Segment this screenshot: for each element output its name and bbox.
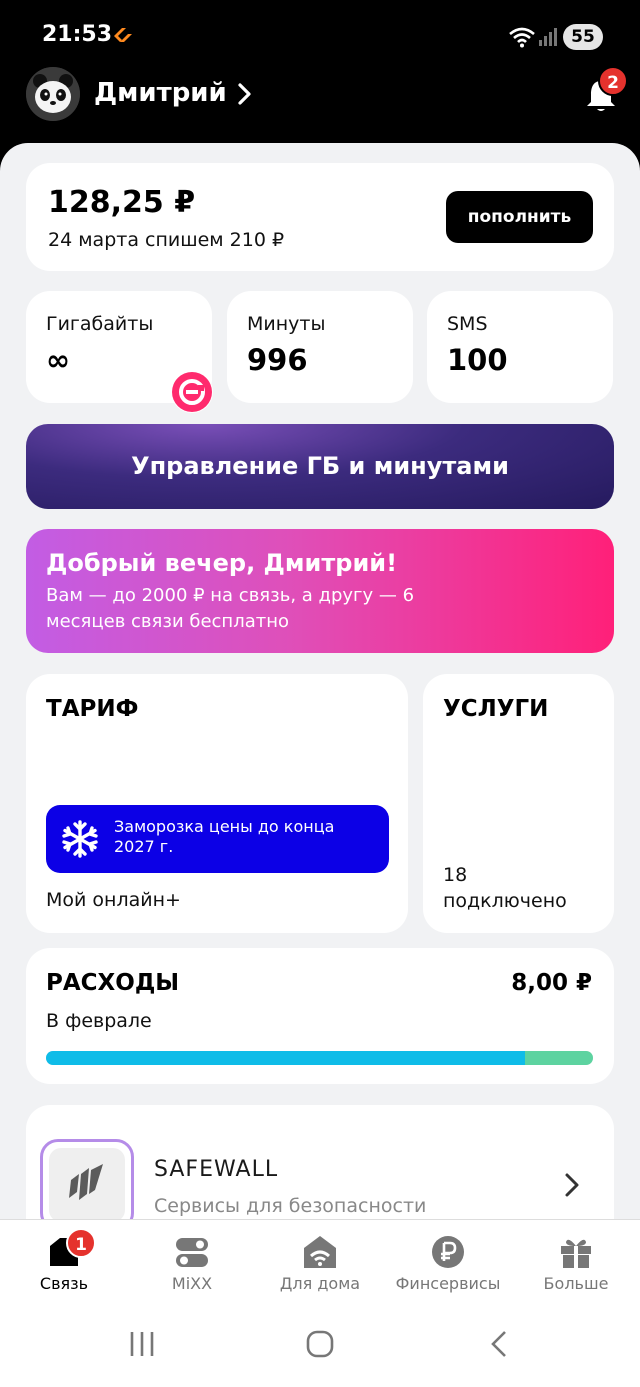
price-freeze-text: Заморозка цены до конца 2027 г. [114, 817, 335, 856]
promo-title: Добрый вечер, Дмитрий! [46, 549, 398, 577]
nav-badge: 1 [66, 1228, 96, 1258]
home-icon[interactable] [305, 1329, 335, 1359]
avatar[interactable] [26, 67, 80, 121]
status-bar: 21:53 55 [0, 0, 640, 70]
expenses-card[interactable]: РАСХОДЫ 8,00 ₽ В феврале [26, 948, 614, 1084]
nav-item-finservices[interactable]: Финсервисы [384, 1220, 512, 1302]
topup-button[interactable]: пополнить [446, 191, 593, 243]
nav-label: MiXX [171, 1274, 213, 1293]
system-navigation-bar [0, 1301, 640, 1387]
balance-card[interactable]: 128,25 ₽ 24 марта спишем 210 ₽ пополнить [26, 163, 614, 271]
remain-minutes-card[interactable]: Минуты 996 [227, 291, 413, 403]
remain-value: 996 [247, 343, 308, 377]
safewall-subtitle: Сервисы для безопасности [154, 1195, 427, 1217]
remain-label: Гигабайты [46, 313, 154, 335]
nav-label: Финсервисы [395, 1274, 501, 1293]
services-count-label: подключено [443, 890, 567, 912]
manage-gb-minutes-button[interactable]: Управление ГБ и минутами [26, 424, 614, 509]
safewall-logo [40, 1139, 134, 1231]
nav-item-home[interactable]: Для дома [256, 1220, 384, 1302]
chevron-right-icon[interactable] [236, 81, 254, 107]
services-card[interactable]: УСЛУГИ 18 подключено [423, 674, 614, 933]
signal-icon [539, 28, 557, 46]
tariff-card[interactable]: ТАРИФ Заморозка цены до конца 2027 г. Мо… [26, 674, 408, 933]
mixx-icon [176, 1238, 208, 1267]
status-time: 21:53 [42, 22, 113, 47]
remain-label: SMS [447, 313, 488, 335]
remain-value: 100 [447, 343, 508, 377]
next-charge-text: 24 марта спишем 210 ₽ [48, 229, 285, 251]
chevron-right-icon[interactable] [564, 1172, 580, 1198]
wifi-icon [509, 27, 535, 48]
expenses-progress-bar [46, 1051, 593, 1065]
tariff-name: Мой онлайн+ [46, 889, 181, 911]
promo-banner[interactable]: Добрый вечер, Дмитрий! Вам — до 2000 ₽ н… [26, 529, 614, 653]
recent-apps-icon[interactable] [127, 1329, 157, 1359]
profile-name[interactable]: Дмитрий [94, 78, 227, 108]
panda-avatar-icon [26, 67, 80, 121]
back-icon[interactable] [484, 1329, 514, 1359]
expenses-month: В феврале [46, 1010, 152, 1032]
nav-item-mixx[interactable]: MiXX [128, 1220, 256, 1302]
nav-item-svyaz[interactable]: 1 Связь [0, 1220, 128, 1302]
balance-amount: 128,25 ₽ [48, 185, 196, 220]
expenses-progress-fill [46, 1051, 525, 1065]
ruble-icon [432, 1236, 464, 1268]
content-sheet: 128,25 ₽ 24 марта спишем 210 ₽ пополнить… [0, 143, 640, 1387]
expenses-progress-rest [524, 1051, 593, 1065]
g-badge-icon [171, 371, 213, 413]
home-wifi-icon [304, 1236, 336, 1268]
notifications-badge: 2 [598, 66, 628, 96]
nav-label: Связь [39, 1274, 89, 1293]
battery-indicator: 55 [563, 24, 603, 50]
snowflake-icon [62, 820, 98, 858]
tariff-heading: ТАРИФ [46, 696, 139, 722]
remain-label: Минуты [247, 313, 326, 335]
expenses-heading: РАСХОДЫ [46, 970, 180, 996]
services-heading: УСЛУГИ [443, 696, 549, 722]
nav-item-more[interactable]: Больше [512, 1220, 640, 1302]
gift-icon [561, 1239, 591, 1268]
nav-label: Больше [543, 1274, 609, 1293]
carrier-icon [114, 28, 132, 42]
safewall-title: SAFEWALL [154, 1157, 279, 1182]
services-count: 18 [443, 864, 468, 886]
safewall-logo-icon [69, 1164, 103, 1200]
expenses-amount: 8,00 ₽ [511, 970, 592, 996]
app-header: Дмитрий 2 [0, 66, 640, 126]
services-count-block: 18 подключено [443, 862, 567, 914]
nav-label: Для дома [279, 1274, 361, 1293]
remain-value: ∞ [46, 343, 71, 377]
bottom-navigation: 1 Связь MiXX Для дома Финсервисы Больше [0, 1219, 640, 1301]
remain-sms-card[interactable]: SMS 100 [427, 291, 613, 403]
price-freeze-banner[interactable]: Заморозка цены до конца 2027 г. [46, 805, 389, 873]
promo-text: Вам — до 2000 ₽ на связь, а другу — 6 ме… [46, 585, 415, 632]
